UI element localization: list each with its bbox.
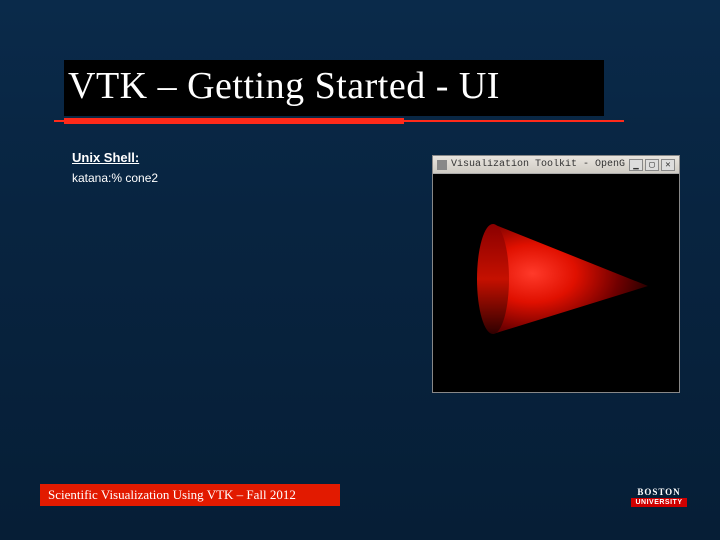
maximize-button[interactable]: ▢: [645, 159, 659, 171]
render-viewport[interactable]: [433, 174, 679, 392]
logo-bottom-text: UNIVERSITY: [631, 498, 686, 507]
logo-top-text: BOSTON: [637, 487, 680, 497]
minimize-icon: ▁: [633, 160, 638, 170]
vtk-render-window: Visualization Toolkit - OpenG ▁ ▢ ✕: [432, 155, 680, 393]
footer-bar: Scientific Visualization Using VTK – Fal…: [40, 484, 340, 506]
close-button[interactable]: ✕: [661, 159, 675, 171]
cone-icon: [453, 204, 663, 354]
slide-title: VTK – Getting Started - UI: [64, 60, 604, 112]
minimize-button[interactable]: ▁: [629, 159, 643, 171]
window-icon: [437, 160, 447, 170]
boston-university-logo: BOSTON UNIVERSITY: [628, 484, 690, 510]
close-icon: ✕: [665, 160, 670, 170]
slide-title-block: VTK – Getting Started - UI: [64, 60, 604, 112]
window-title: Visualization Toolkit - OpenG: [451, 159, 627, 170]
footer-text: Scientific Visualization Using VTK – Fal…: [48, 487, 296, 503]
maximize-icon: ▢: [649, 160, 654, 170]
window-titlebar: Visualization Toolkit - OpenG ▁ ▢ ✕: [433, 156, 679, 174]
title-accent-bar: [64, 118, 404, 124]
